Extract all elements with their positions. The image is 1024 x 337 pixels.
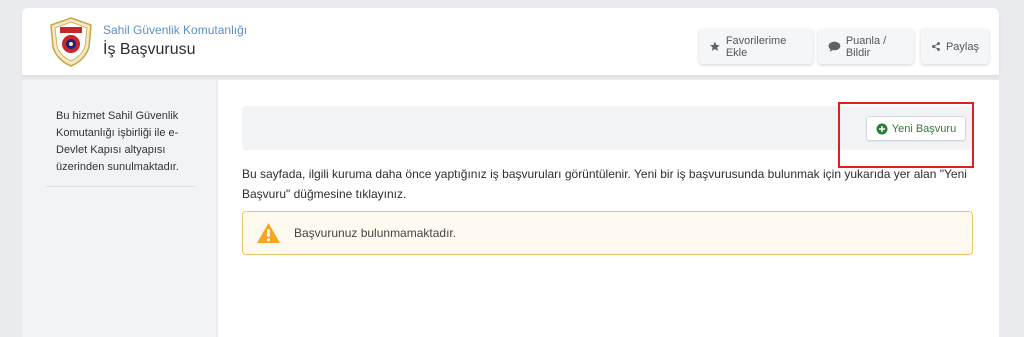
star-icon: [709, 41, 720, 51]
favorite-label: Favorilerime Ekle: [725, 34, 787, 59]
share-icon: [932, 42, 940, 51]
warning-triangle-icon: [257, 222, 280, 244]
rate-button[interactable]: Puanla / Bildir: [818, 29, 914, 64]
share-button[interactable]: Paylaş: [921, 29, 989, 64]
service-info: Bu hizmet Sahil Güvenlik Komutanlığı işb…: [56, 110, 179, 173]
warning-alert: Başvurunuz bulunmamaktadır.: [242, 211, 973, 255]
page-title: İş Başvurusu: [103, 41, 196, 58]
favorite-button[interactable]: Favorilerime Ekle: [699, 29, 813, 64]
speech-bubble-icon: [828, 41, 841, 52]
page-description: Bu sayfada, ilgili kuruma daha önce yapt…: [242, 167, 967, 201]
rate-label: Puanla / Bildir: [845, 34, 887, 59]
main-content: Yeni Başvuru Bu sayfada, ilgili kuruma d…: [218, 80, 999, 337]
page-header: Sahil Güvenlik Komutanlığı İş Başvurusu …: [22, 8, 999, 75]
share-label: Paylaş: [945, 40, 979, 53]
sidebar: Bu hizmet Sahil Güvenlik Komutanlığı işb…: [22, 80, 216, 337]
agency-name[interactable]: Sahil Güvenlik Komutanlığı: [103, 23, 247, 37]
sidebar-divider: [46, 186, 196, 187]
agency-logo: [50, 17, 92, 67]
alert-text: Başvurunuz bulunmamaktadır.: [294, 226, 457, 240]
highlight-box: [838, 102, 974, 168]
